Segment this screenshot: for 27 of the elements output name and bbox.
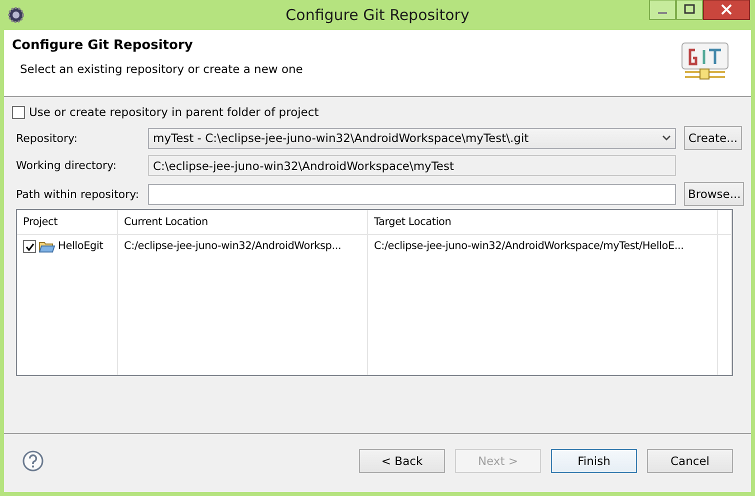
column-header[interactable]: Target Location — [368, 210, 718, 235]
create-button[interactable]: Create... — [684, 126, 742, 150]
checkbox[interactable] — [12, 106, 25, 118]
field-label: Path within repository: — [16, 188, 140, 200]
page-title: Configure Git Repository — [12, 38, 194, 53]
checkbox[interactable] — [23, 240, 36, 253]
window-title: Configure Git Repository — [286, 6, 470, 24]
column-header[interactable]: Current Location — [118, 210, 368, 235]
folder-icon — [39, 240, 55, 253]
finish-button[interactable]: Finish — [551, 449, 637, 473]
help-icon[interactable] — [22, 450, 44, 472]
table-cell: C:/eclipse-jee-juno-win32/AndroidWorkspace/myTest/HelloE... — [368, 235, 718, 261]
table-cell: C:/eclipse-jee-juno-win32/AndroidWorksp... — [118, 235, 368, 261]
cancel-button[interactable]: Cancel — [647, 449, 733, 473]
maximize-button[interactable] — [676, 0, 703, 20]
field-label: Working directory: — [16, 159, 118, 172]
input-field[interactable]: C:\eclipse-jee-juno-win32\AndroidWorkspace\myTest — [148, 155, 676, 176]
checkbox-label: Use or create repository in parent folder of project — [29, 105, 319, 119]
app-icon[interactable] — [7, 6, 25, 24]
page-description: Select an existing repository or create a new one — [20, 62, 303, 76]
column-header[interactable]: Project — [17, 210, 118, 235]
close-button[interactable] — [703, 0, 750, 20]
repository-dropdown[interactable]: myTest - C:\eclipse-jee-juno-win32\AndroidWorkspace\myTest\.git — [148, 128, 676, 148]
browse-button[interactable]: Browse... — [684, 182, 744, 206]
field-label: Repository: — [16, 132, 78, 144]
table-cell: HelloEgit — [58, 240, 104, 252]
back-button[interactable]: < Back — [359, 449, 445, 473]
